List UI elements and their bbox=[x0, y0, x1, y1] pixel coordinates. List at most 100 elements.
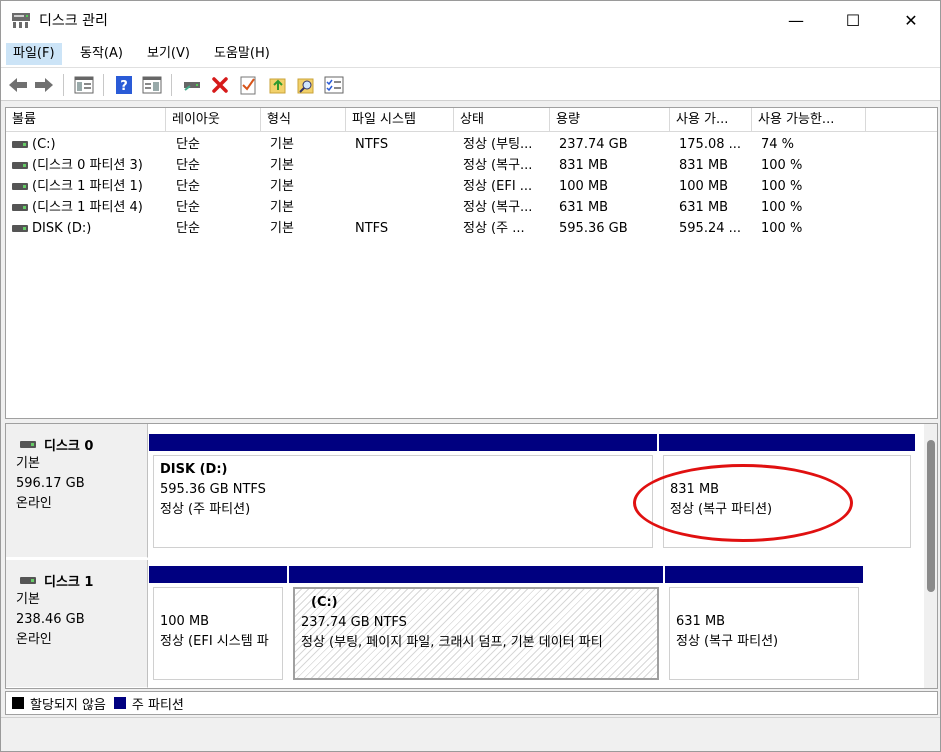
table-row[interactable]: (디스크 1 파티션 1) 단순 기본 정상 (EFI ... 100 MB 1… bbox=[6, 176, 937, 197]
disk-management-window: 디스크 관리 — ☐ ✕ 파일(F) 동작(A) 보기(V) 도움말(H) ? bbox=[0, 0, 941, 752]
layout-cell: 단순 bbox=[176, 158, 200, 173]
vertical-scrollbar[interactable] bbox=[924, 424, 937, 688]
legend: 할당되지 않음 주 파티션 bbox=[5, 691, 938, 715]
disk-1-size: 238.46 GB bbox=[16, 612, 85, 627]
menu-bar: 파일(F) 동작(A) 보기(V) 도움말(H) bbox=[1, 39, 940, 67]
list-icon[interactable] bbox=[323, 74, 345, 96]
window-title: 디스크 관리 bbox=[39, 13, 108, 29]
volume-list: 볼륨 레이아웃 형식 파일 시스템 상태 용량 사용 가... 사용 가능한..… bbox=[5, 107, 938, 419]
toolbar-separator bbox=[63, 74, 64, 96]
disk-1-label[interactable]: 디스크 1 기본 238.46 GB 온라인 bbox=[6, 560, 148, 688]
table-row[interactable]: (디스크 0 파티션 3) 단순 기본 정상 (복구... 831 MB 831… bbox=[6, 155, 937, 176]
table-row[interactable]: (디스크 1 파티션 4) 단순 기본 정상 (복구... 631 MB 631… bbox=[6, 197, 937, 218]
column-header-free-space[interactable]: 사용 가... bbox=[670, 108, 752, 132]
partition-disk-c[interactable]: (C:) 237.74 GB NTFS 정상 (부팅, 페이지 파일, 크래시 … bbox=[289, 566, 663, 684]
percent-free-cell: 100 % bbox=[761, 200, 803, 215]
volume-icon bbox=[12, 204, 28, 211]
column-header-type[interactable]: 형식 bbox=[261, 108, 346, 132]
forward-arrow-icon[interactable] bbox=[33, 74, 55, 96]
column-header-percent-free[interactable]: 사용 가능한... bbox=[752, 108, 866, 132]
volume-name-cell: DISK (D:) bbox=[6, 218, 166, 239]
menu-view[interactable]: 보기(V) bbox=[140, 43, 197, 65]
partition-size: 631 MB bbox=[676, 614, 726, 629]
partition-disk1-efi[interactable]: 100 MB 정상 (EFI 시스템 파 bbox=[149, 566, 287, 684]
volume-name-cell: (디스크 1 파티션 4) bbox=[6, 197, 166, 218]
toolbar-separator bbox=[171, 74, 172, 96]
volume-table-header: 볼륨 레이아웃 형식 파일 시스템 상태 용량 사용 가... 사용 가능한..… bbox=[6, 108, 937, 132]
partition-disk-d[interactable]: DISK (D:) 595.36 GB NTFS 정상 (주 파티션) bbox=[149, 434, 657, 552]
menu-help[interactable]: 도움말(H) bbox=[207, 43, 277, 65]
search-folder-icon[interactable] bbox=[295, 74, 317, 96]
percent-free-cell: 100 % bbox=[761, 221, 803, 236]
console-icon[interactable] bbox=[73, 74, 95, 96]
type-cell: 기본 bbox=[270, 221, 294, 236]
disk-0-name: 디스크 0 bbox=[44, 438, 94, 454]
free-space-cell: 595.24 ... bbox=[679, 221, 742, 236]
close-button[interactable]: ✕ bbox=[882, 1, 940, 39]
status-cell: 정상 (부팅... bbox=[463, 137, 533, 152]
status-cell: 정상 (주 ... bbox=[463, 221, 525, 236]
partition-disk1-recovery[interactable]: 631 MB 정상 (복구 파티션) bbox=[665, 566, 863, 684]
disk-icon bbox=[20, 576, 36, 584]
volume-icon bbox=[12, 141, 28, 148]
partition-status: 정상 (주 파티션) bbox=[160, 502, 251, 517]
table-row[interactable]: DISK (D:) 단순 기본 NTFS 정상 (주 ... 595.36 GB… bbox=[6, 218, 937, 239]
primary-partition-swatch bbox=[113, 697, 126, 709]
volume-icon bbox=[12, 183, 28, 190]
column-header-volume[interactable]: 볼륨 bbox=[6, 108, 166, 132]
up-folder-icon[interactable] bbox=[267, 74, 289, 96]
filesystem-cell: NTFS bbox=[355, 137, 389, 152]
layout-cell: 단순 bbox=[176, 179, 200, 194]
type-cell: 기본 bbox=[270, 158, 294, 173]
column-header-status[interactable]: 상태 bbox=[454, 108, 550, 132]
disk-0-label[interactable]: 디스크 0 기본 596.17 GB 온라인 bbox=[6, 424, 148, 558]
volume-icon bbox=[12, 225, 28, 232]
partition-size: 831 MB bbox=[670, 482, 720, 497]
partition-status: 정상 (부팅, 페이지 파일, 크래시 덤프, 기본 데이터 파티 bbox=[301, 635, 603, 650]
scrollbar-thumb[interactable] bbox=[927, 440, 935, 592]
title-bar: 디스크 관리 — ☐ ✕ bbox=[1, 1, 940, 39]
table-row[interactable]: (C:) 단순 기본 NTFS 정상 (부팅... 237.74 GB 175.… bbox=[6, 134, 937, 155]
connect-icon[interactable] bbox=[181, 74, 203, 96]
volume-icon bbox=[12, 162, 28, 169]
maximize-button[interactable]: ☐ bbox=[824, 1, 882, 39]
primary-partition-bar bbox=[149, 566, 287, 583]
column-header-capacity[interactable]: 용량 bbox=[550, 108, 670, 132]
disk-1-status: 온라인 bbox=[16, 632, 52, 647]
delete-icon[interactable] bbox=[209, 74, 231, 96]
unallocated-swatch bbox=[12, 697, 24, 709]
partition-status: 정상 (복구 파티션) bbox=[670, 502, 773, 517]
disk-1-type: 기본 bbox=[16, 592, 40, 607]
disk-0-size: 596.17 GB bbox=[16, 476, 85, 491]
partition-disk0-recovery[interactable]: 831 MB 정상 (복구 파티션) bbox=[659, 434, 915, 552]
volume-name-cell: (디스크 0 파티션 3) bbox=[6, 155, 166, 176]
partition-status: 정상 (EFI 시스템 파 bbox=[160, 634, 269, 649]
disk-0-type: 기본 bbox=[16, 456, 40, 471]
free-space-cell: 631 MB bbox=[679, 200, 729, 215]
legend-primary-partition: 주 파티션 bbox=[131, 697, 184, 713]
capacity-cell: 100 MB bbox=[559, 179, 609, 194]
menu-action[interactable]: 동작(A) bbox=[73, 43, 130, 65]
layout-cell: 단순 bbox=[176, 200, 200, 215]
toolbar: ? bbox=[1, 67, 940, 101]
help-icon[interactable]: ? bbox=[113, 74, 135, 96]
properties-icon[interactable] bbox=[141, 74, 163, 96]
filesystem-cell bbox=[349, 155, 454, 176]
primary-partition-bar bbox=[659, 434, 915, 451]
minimize-button[interactable]: — bbox=[767, 1, 825, 39]
percent-free-cell: 100 % bbox=[761, 158, 803, 173]
capacity-cell: 631 MB bbox=[559, 200, 609, 215]
column-header-filesystem[interactable]: 파일 시스템 bbox=[346, 108, 454, 132]
free-space-cell: 175.08 ... bbox=[679, 137, 742, 152]
partition-size: 100 MB bbox=[160, 614, 210, 629]
partition-size: 237.74 GB NTFS bbox=[301, 615, 407, 630]
percent-free-cell: 74 % bbox=[761, 137, 795, 152]
checklist-icon[interactable] bbox=[237, 74, 259, 96]
status-bar bbox=[1, 717, 940, 751]
filesystem-cell bbox=[349, 197, 454, 218]
menu-file[interactable]: 파일(F) bbox=[6, 43, 62, 65]
volume-name-cell: (C:) bbox=[6, 134, 166, 155]
disk-0-status: 온라인 bbox=[16, 496, 52, 511]
column-header-layout[interactable]: 레이아웃 bbox=[166, 108, 261, 132]
back-arrow-icon[interactable] bbox=[7, 74, 29, 96]
